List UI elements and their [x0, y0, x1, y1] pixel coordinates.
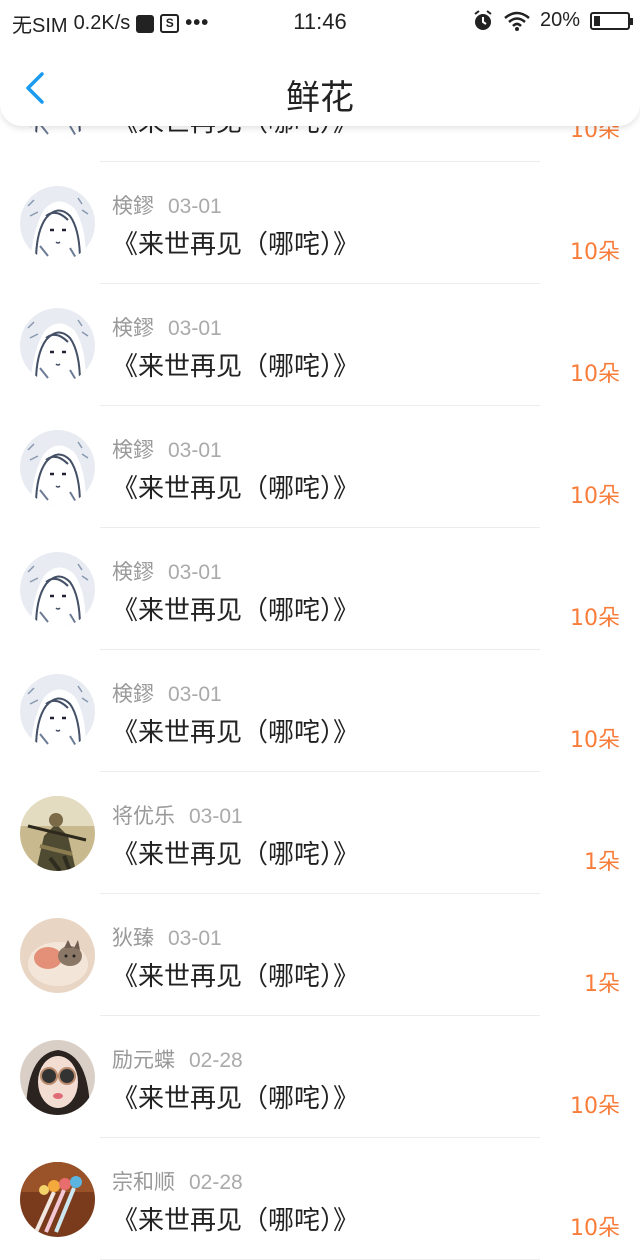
status-right: 20%: [472, 9, 633, 32]
list-item-content: 励元蝶 02-28 《来世再见（哪咤）》 10朵: [0, 1016, 640, 1138]
sender-name: 検鏐: [112, 316, 154, 340]
book-title: 《来世再见（哪咤）》: [112, 474, 360, 504]
flower-count: 10朵: [570, 362, 620, 387]
list-item-content: 検鏐 03-01 《来世再见（哪咤）》 10朵: [0, 528, 640, 650]
sender-info: 検鏐 03-01: [112, 678, 222, 708]
avatar[interactable]: [20, 308, 95, 383]
sender-info: 将优乐 03-01: [112, 800, 243, 830]
battery-icon: [590, 11, 633, 30]
avatar[interactable]: [20, 674, 95, 749]
gift-date: 03-01: [168, 195, 222, 218]
sender-info: 検鏐 03-01: [112, 434, 222, 464]
sender-info: 検鏐 03-01: [112, 190, 222, 220]
sender-info: 励元蝶 02-28: [112, 1044, 243, 1074]
list-item-content: 将优乐 03-01 《来世再见（哪咤）》 1朵: [0, 772, 640, 894]
avatar[interactable]: [20, 1162, 95, 1237]
list-item[interactable]: 検鏐 03-01 《来世再见（哪咤）》 10朵: [0, 284, 640, 406]
navigation-bar: 鲜花: [0, 44, 640, 126]
book-title: 《来世再见（哪咤）》: [112, 352, 360, 382]
flower-count: 1朵: [584, 850, 620, 875]
gift-date: 02-28: [189, 1171, 243, 1194]
list-item[interactable]: 宗和顺 02-28 《来世再见（哪咤）》 10朵: [0, 1138, 640, 1260]
sender-name: 検鏐: [112, 194, 154, 218]
flower-gift-list[interactable]: 検鏐 03-01 《来世再见（哪咤）》 10朵 検鏐 03-01 《来世再见（哪咤）》 10…: [0, 100, 640, 1260]
list-item[interactable]: 検鏐 03-01 《来世再见（哪咤）》 10朵: [0, 528, 640, 650]
avatar[interactable]: [20, 918, 95, 993]
list-item-content: 宗和顺 02-28 《来世再见（哪咤）》 10朵: [0, 1138, 640, 1260]
list-item-content: 検鏐 03-01 《来世再见（哪咤）》 10朵: [0, 162, 640, 284]
avatar[interactable]: [20, 430, 95, 505]
list-item[interactable]: 検鏐 03-01 《来世再见（哪咤）》 10朵: [0, 406, 640, 528]
gift-date: 03-01: [168, 317, 222, 340]
page-title: 鲜花: [286, 78, 354, 118]
flower-count: 10朵: [570, 1094, 620, 1119]
book-title: 《来世再见（哪咤）》: [112, 596, 360, 626]
flower-count: 10朵: [570, 240, 620, 265]
gift-date: 03-01: [189, 805, 243, 828]
sender-info: 検鏐 03-01: [112, 556, 222, 586]
sender-name: 将优乐: [112, 804, 175, 828]
list-item[interactable]: 狄臻 03-01 《来世再见（哪咤）》 1朵: [0, 894, 640, 1016]
wifi-icon: [504, 11, 530, 31]
gift-date: 03-01: [168, 683, 222, 706]
sender-info: 検鏐 03-01: [112, 312, 222, 342]
gift-date: 02-28: [189, 1049, 243, 1072]
status-bar: 无SIM 0.2K/s S ••• 11:46 20%: [0, 0, 640, 44]
flower-count: 10朵: [570, 606, 620, 631]
sender-name: 検鏐: [112, 438, 154, 462]
book-title: 《来世再见（哪咤）》: [112, 962, 360, 992]
list-item-content: 検鏐 03-01 《来世再见（哪咤）》 10朵: [0, 406, 640, 528]
list-item-content: 狄臻 03-01 《来世再见（哪咤）》 1朵: [0, 894, 640, 1016]
list-item-content: 検鏐 03-01 《来世再见（哪咤）》 10朵: [0, 650, 640, 772]
flower-count: 1朵: [584, 972, 620, 997]
list-item[interactable]: 検鏐 03-01 《来世再见（哪咤）》 10朵: [0, 650, 640, 772]
battery-percent: 20%: [539, 9, 580, 31]
book-title: 《来世再见（哪咤）》: [112, 840, 360, 870]
gift-date: 03-01: [168, 439, 222, 462]
list-item[interactable]: 検鏐 03-01 《来世再见（哪咤）》 10朵: [0, 162, 640, 284]
list-item[interactable]: 励元蝶 02-28 《来世再见（哪咤）》 10朵: [0, 1016, 640, 1138]
sender-info: 狄臻 03-01: [112, 922, 222, 952]
list-item[interactable]: 将优乐 03-01 《来世再见（哪咤）》 1朵: [0, 772, 640, 894]
flower-count: 10朵: [570, 728, 620, 753]
sender-name: 検鏐: [112, 560, 154, 584]
sender-name: 励元蝶: [112, 1048, 175, 1072]
sender-name: 検鏐: [112, 682, 154, 706]
flower-count: 10朵: [570, 484, 620, 509]
sender-name: 狄臻: [112, 926, 154, 950]
gift-date: 03-01: [168, 927, 222, 950]
avatar[interactable]: [20, 552, 95, 627]
avatar[interactable]: [20, 796, 95, 871]
avatar[interactable]: [20, 186, 95, 261]
book-title: 《来世再见（哪咤）》: [112, 230, 360, 260]
battery-fill: [594, 15, 600, 26]
book-title: 《来世再见（哪咤）》: [112, 1206, 360, 1236]
list-item-content: 検鏐 03-01 《来世再见（哪咤）》 10朵: [0, 284, 640, 406]
avatar[interactable]: [20, 1040, 95, 1115]
book-title: 《来世再见（哪咤）》: [112, 1084, 360, 1114]
book-title: 《来世再见（哪咤）》: [112, 718, 360, 748]
gift-date: 03-01: [168, 561, 222, 584]
alarm-icon: [474, 9, 492, 30]
sender-name: 宗和顺: [112, 1170, 175, 1194]
sender-info: 宗和顺 02-28: [112, 1166, 243, 1196]
flower-count: 10朵: [570, 1216, 620, 1241]
